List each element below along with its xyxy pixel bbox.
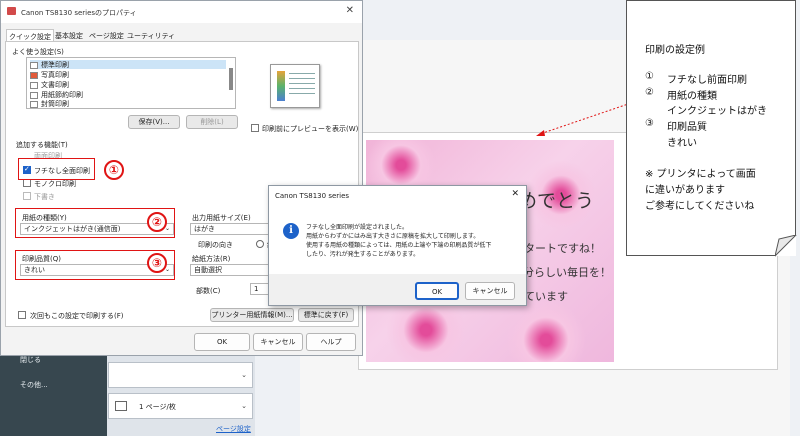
background-combo[interactable]: ⌄ [108, 362, 253, 388]
info-icon: i [283, 223, 299, 239]
ok-button[interactable]: OK [194, 333, 250, 351]
message-ok-button[interactable]: OK [415, 282, 459, 300]
note-item: インクジェットはがき [667, 106, 767, 117]
always-print-label: 次回もこの設定で印刷する(F) [30, 312, 124, 320]
list-item[interactable]: 標準印刷 [30, 60, 226, 69]
note-item: 用紙の種類 [667, 91, 717, 102]
close-icon[interactable]: ✕ [346, 5, 354, 16]
always-print-checkbox[interactable] [18, 311, 26, 319]
orientation-label: 印刷の向き [198, 241, 233, 249]
printer-icon [7, 7, 16, 15]
tab-main[interactable]: 基本設定 [53, 29, 85, 41]
copies-label: 部数(C) [196, 287, 221, 295]
title-bar: Canon TS8130 seriesのプロパティ ✕ [1, 1, 362, 23]
pointer-arrow [536, 101, 635, 136]
marker-2: ② [147, 212, 167, 232]
tab-maintenance[interactable]: ユーティリティ [125, 29, 177, 41]
note-title: 印刷の設定例 [645, 45, 705, 56]
paper-source-select[interactable]: 自動選択 [190, 264, 280, 276]
message-cancel-button[interactable]: キャンセル [465, 282, 515, 300]
paper-source-label: 給紙方法(R) [192, 255, 231, 263]
cancel-button[interactable]: キャンセル [253, 333, 303, 351]
draft-checkbox[interactable] [23, 192, 31, 200]
card-line: タートですね！ [524, 242, 601, 255]
save-button[interactable]: 保存(V)... [128, 115, 180, 129]
marker-3: ③ [147, 253, 167, 273]
delete-button[interactable]: 削除(L) [186, 115, 238, 129]
message-title-bar: Canon TS8130 series ✕ [269, 186, 526, 206]
marker-1: ① [104, 160, 124, 180]
message-line: 使用する用紙の種類によっては、用紙の上端や下端の印刷品質が低下 [306, 242, 492, 249]
flower-decoration [506, 300, 586, 362]
dialog-title: Canon TS8130 seriesのプロパティ [21, 9, 137, 17]
nav-more[interactable]: その他... [20, 380, 48, 390]
note-footer: ご参考にしてくださいね [645, 201, 755, 212]
preview-checkbox-label: 印刷前にプレビューを表示(W) [262, 125, 359, 133]
note-item: 印刷品質 [667, 122, 707, 133]
layout-icon [115, 401, 127, 411]
note-footer: に違いがあります [645, 185, 725, 196]
pages-per-sheet-value: 1 ページ/枚 [139, 403, 176, 411]
tab-page-setup[interactable]: ページ設定 [87, 29, 126, 41]
list-item[interactable]: 封筒印刷 [30, 99, 69, 108]
borderless-message-box: Canon TS8130 series ✕ i フチなし全面印刷が設定されました… [268, 185, 527, 306]
highlight-box-borderless [18, 158, 95, 180]
card-line: ています [524, 290, 568, 303]
list-item[interactable]: 用紙節約印刷 [30, 90, 83, 99]
note-item: フチなし前面印刷 [667, 75, 747, 86]
nav-close[interactable]: 閉じる [20, 355, 41, 365]
note-footer: ※ プリンタによって画面 [645, 169, 756, 180]
settings-note: 印刷の設定例 ① フチなし前面印刷 ② 用紙の種類 インクジェットはがき ③ 印… [626, 0, 796, 256]
features-label: 追加する機能(T) [16, 141, 68, 149]
list-item[interactable]: 文書印刷 [30, 80, 69, 89]
feature-grayscale: モノクロ印刷 [34, 180, 76, 188]
list-item[interactable]: 写真印刷 [30, 70, 69, 79]
note-item: きれい [667, 138, 697, 149]
message-line: 用紙からわずかにはみ出す大きさに原稿を拡大して印刷します。 [306, 233, 480, 240]
note-item-num: ③ [645, 118, 654, 129]
pages-per-sheet-combo[interactable]: 1 ページ/枚 ⌄ [108, 393, 253, 419]
message-title: Canon TS8130 series [275, 192, 350, 200]
note-item-num: ① [645, 71, 654, 82]
message-line: フチなし全面印刷が設定されました。 [306, 224, 409, 231]
output-size-select[interactable]: はがき [190, 223, 280, 235]
message-content: i フチなし全面印刷が設定されました。 用紙からわずかにはみ出す大きさに原稿を拡… [269, 206, 526, 274]
close-icon[interactable]: ✕ [511, 189, 519, 199]
feature-draft: 下書き [34, 193, 55, 201]
favorites-label: よく使う設定(S) [12, 48, 64, 56]
thumbnail-image [277, 71, 285, 101]
card-greeting: めでとう [518, 190, 595, 212]
output-size-label: 出力用紙サイズ(E) [192, 214, 251, 222]
thumbnail-lines [289, 73, 315, 74]
page-thumbnail [270, 64, 320, 108]
tab-quick-setup[interactable]: クイック設定 [6, 29, 54, 41]
preview-checkbox[interactable] [251, 124, 259, 132]
grayscale-checkbox[interactable] [23, 179, 31, 187]
defaults-button[interactable]: 標準に戻す(F) [298, 308, 354, 322]
orientation-radio[interactable] [256, 240, 264, 248]
help-button[interactable]: ヘルプ [306, 333, 356, 351]
note-folded-corner [775, 235, 797, 257]
printer-media-info-button[interactable]: プリンター用紙情報(M)... [210, 308, 294, 322]
scrollbar[interactable] [229, 68, 233, 90]
message-line: したり、汚れが発生することがあります。 [306, 251, 420, 258]
favorites-list[interactable]: 標準印刷 写真印刷 文書印刷 用紙節約印刷 封筒印刷 [26, 57, 236, 109]
note-item-num: ② [645, 87, 654, 98]
page-setup-link[interactable]: ページ設定 [216, 424, 251, 434]
